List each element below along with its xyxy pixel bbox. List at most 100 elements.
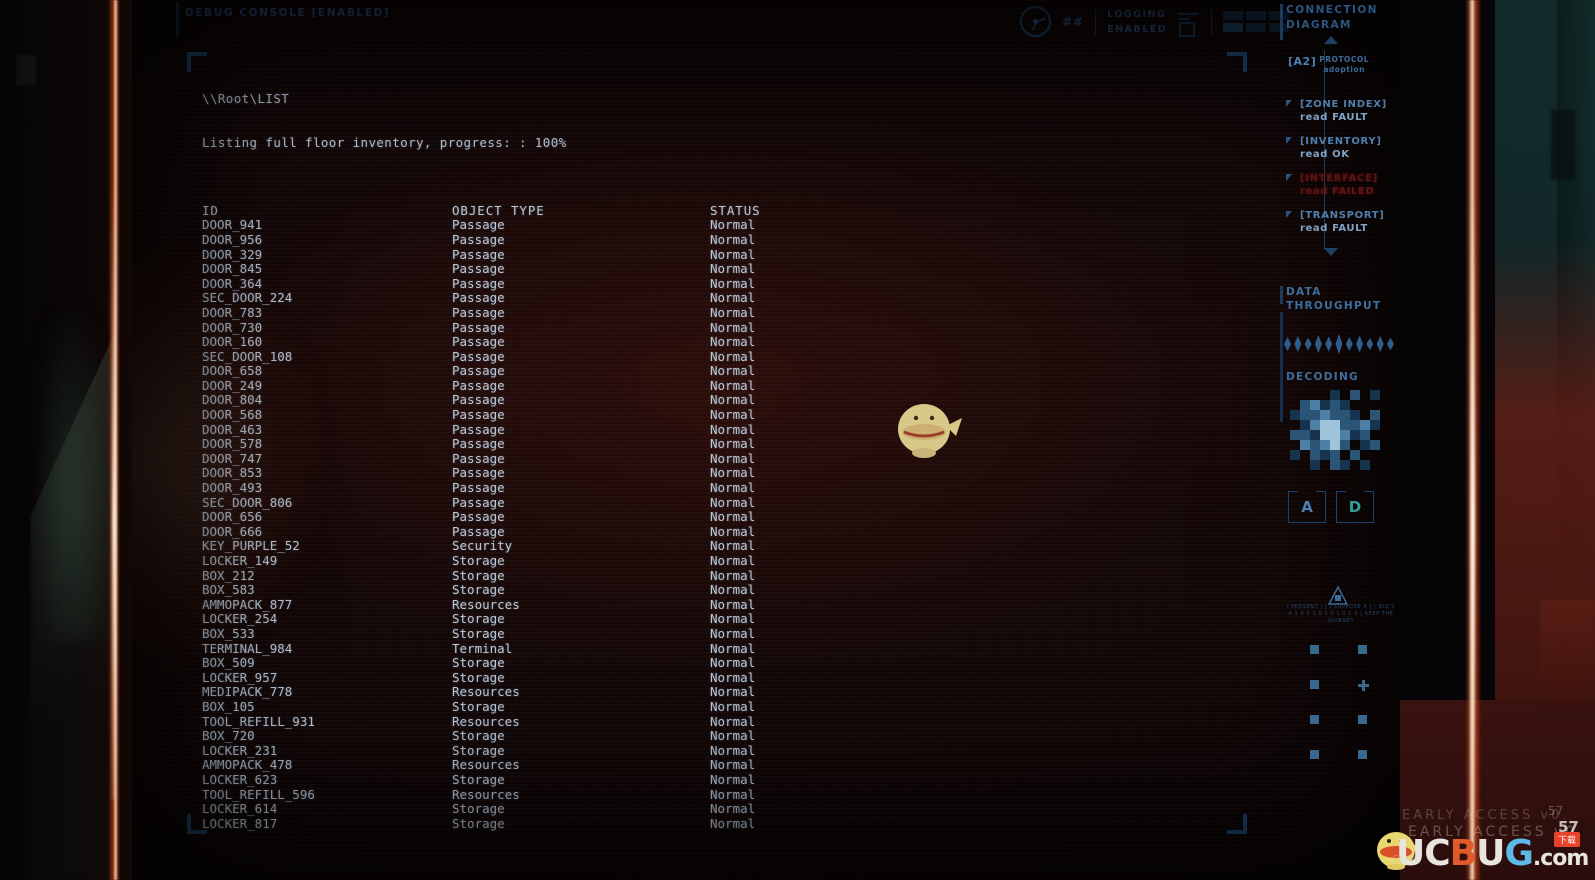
decode-pixel [1310, 390, 1320, 400]
cell-status: Normal [710, 815, 756, 831]
cell-status: Normal [710, 246, 756, 262]
decode-pixel [1350, 420, 1360, 430]
hud-dot-grid [1290, 645, 1386, 759]
hud-node-inventory[interactable]: [INVENTORY] read OK [1286, 135, 1398, 161]
cell-object-type: Storage [452, 742, 505, 758]
table-row: BOX_509 Storage Normal [202, 656, 1292, 671]
decode-pixel [1360, 400, 1370, 410]
table-row: AMMOPACK_478 Resources Normal [202, 758, 1292, 773]
decoding-bitmap [1290, 390, 1380, 470]
hud-button-d[interactable]: D [1336, 491, 1374, 523]
cell-status: Normal [710, 217, 756, 233]
table-row: TERMINAL_984 Terminal Normal [202, 641, 1292, 657]
cell-status: Normal [710, 713, 756, 729]
cell-id: DOOR_783 [202, 304, 263, 320]
table-row: DOOR_578 Passage Normal [202, 437, 1292, 452]
hud-rail [1280, 4, 1283, 40]
hud-dot [1357, 715, 1367, 724]
cell-id: DOOR_364 [202, 275, 263, 291]
chevron-up-icon [1324, 36, 1338, 44]
console-progress-line: Listing full floor inventory, progress: … [202, 134, 567, 150]
data-throughput-title: DATA THROUGHPUT [1286, 285, 1381, 313]
equalizer-bar [1376, 336, 1384, 352]
console-output: \\Root\LIST Listing full floor inventory… [202, 63, 1292, 880]
node-marker-icon [1286, 174, 1292, 181]
cell-status: Normal [710, 684, 756, 700]
decode-pixel [1330, 420, 1340, 430]
decode-pixel [1290, 420, 1300, 430]
decode-pixel [1310, 400, 1320, 410]
cell-object-type: Passage [452, 363, 505, 379]
table-row: DOOR_329 Passage Normal [202, 246, 1292, 263]
decode-pixel [1370, 460, 1380, 470]
inventory-table: ID OBJECT TYPE STATUS DOOR_941 Passage Normal… [202, 203, 1292, 832]
cell-object-type: Passage [452, 290, 505, 306]
decode-pixel [1360, 410, 1370, 420]
debug-console-screen[interactable]: DEBUG CONSOLE [ENABLED] ## LOGGING ENABL… [132, 0, 1400, 880]
header-rail [176, 2, 179, 36]
cell-object-type: Passage [452, 436, 505, 452]
table-row: SEC_DOOR_224 Passage Normal [202, 291, 1292, 306]
hud-node-interface[interactable]: [INTERFACE] read FAILED [1286, 172, 1398, 198]
cell-id: LOCKER_149 [202, 553, 278, 568]
hud-rail-2 [1280, 286, 1283, 304]
decode-pixel [1330, 460, 1340, 470]
table-row: TOOL_REFILL_596 Resources Normal [202, 787, 1292, 803]
hud-node-transport[interactable]: [TRANSPORT] read FAULT [1286, 209, 1398, 235]
cell-status: Normal [710, 801, 756, 817]
data-throughput-title-line2: THROUGHPUT [1286, 300, 1382, 312]
cell-id: BOX_583 [202, 582, 255, 598]
equalizer-bar [1386, 337, 1394, 351]
decode-pixel [1370, 430, 1380, 440]
decode-pixel [1310, 420, 1320, 430]
decode-pixel [1370, 390, 1380, 400]
cell-status: Normal [710, 655, 756, 671]
cell-id: DOOR_160 [202, 334, 263, 350]
hud-button-a[interactable]: A [1288, 491, 1326, 523]
decode-pixel [1320, 390, 1330, 400]
cell-id: LOCKER_623 [202, 771, 278, 787]
cell-status: Normal [710, 290, 756, 306]
hud-node-zone-index[interactable]: [ZONE INDEX] read FAULT [1286, 98, 1398, 124]
equalizer-bar [1314, 335, 1322, 353]
cell-id: LOCKER_957 [202, 669, 278, 685]
cell-object-type: Security [452, 538, 513, 554]
decode-pixel [1290, 440, 1300, 450]
cell-id: DOOR_747 [202, 450, 263, 466]
protocol-node[interactable]: [A2] PROTOCOL adoption [1288, 55, 1400, 76]
cell-object-type: Passage [452, 275, 505, 291]
hud-dot [1357, 645, 1367, 654]
decode-pixel [1320, 420, 1330, 430]
cell-id: KEY_PURPLE_52 [202, 538, 300, 554]
logging-status: LOGGING ENABLED [1107, 7, 1167, 37]
cell-object-type: Passage [452, 377, 505, 393]
table-row: KEY_PURPLE_52 Security Normal [202, 539, 1292, 554]
protocol-label-line1: PROTOCOL [1319, 55, 1370, 64]
table-row: LOCKER_623 Storage Normal [202, 771, 1292, 788]
decode-pixel [1360, 460, 1370, 470]
cell-status: Normal [710, 465, 756, 481]
decode-pixel [1320, 430, 1330, 440]
hud-node-zone-index-value: read FAULT [1300, 112, 1368, 123]
decode-pixel [1310, 440, 1320, 450]
decode-pixel [1340, 400, 1350, 410]
decode-pixel [1340, 410, 1350, 420]
cell-id: LOCKER_231 [202, 742, 278, 758]
decode-pixel [1320, 440, 1330, 450]
data-throughput-title-line1: DATA [1286, 286, 1322, 298]
cell-status: Normal [710, 771, 756, 787]
right-shelf [1540, 600, 1595, 720]
signal-hashes: ## [1062, 14, 1085, 29]
decode-pixel [1350, 390, 1360, 400]
table-row: DOOR_656 Passage Normal [202, 510, 1292, 525]
hud-node-zone-index-label: [ZONE INDEX] [1300, 99, 1387, 110]
decode-pixel [1350, 400, 1360, 410]
decode-pixel [1350, 460, 1360, 470]
table-row: DOOR_783 Passage Normal [202, 304, 1292, 321]
cell-status: Normal [710, 319, 756, 335]
table-row: DOOR_730 Passage Normal [202, 319, 1292, 336]
cell-object-type: Passage [452, 480, 505, 496]
cell-status: Normal [710, 231, 756, 247]
cell-object-type: Storage [452, 728, 505, 744]
cell-object-type: Passage [452, 319, 505, 335]
